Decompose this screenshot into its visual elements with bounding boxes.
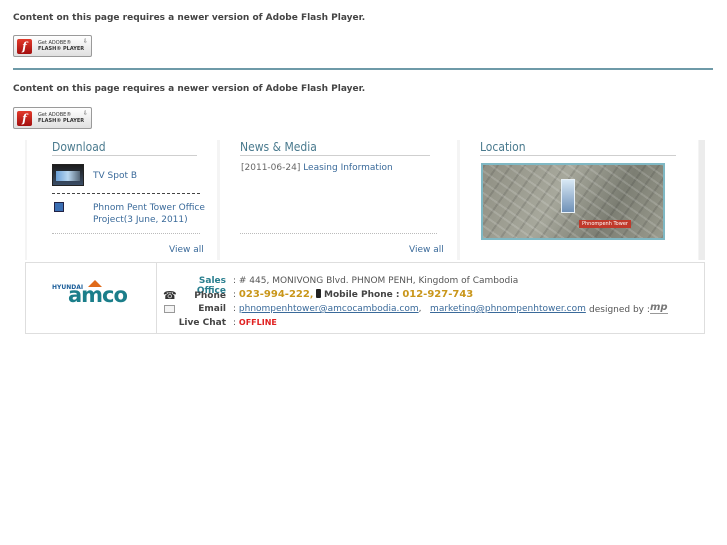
sales-office-value: : # 445, MONIVONG Blvd. PHNOM PENH, King…: [233, 276, 519, 286]
mobile-phone-icon: [316, 289, 322, 298]
flash-logo-icon: f: [17, 110, 32, 126]
news-item[interactable]: [2011-06-24] Leasing Information: [241, 163, 393, 173]
phone-value: 023-994-222: [238, 289, 310, 300]
map-caption: Phnompenh Tower: [579, 220, 631, 228]
location-map[interactable]: Phnompenh Tower: [481, 163, 665, 240]
sales-office-address: # 445, MONIVONG Blvd. PHNOM PENH, Kingdo…: [238, 276, 519, 286]
flash-button-text: Get ADOBE® FLASH® PLAYER: [38, 112, 84, 124]
footer: HYUNDAI amco Sales Office : # 445, MONIV…: [25, 262, 705, 334]
download-item-office-project[interactable]: Phnom Pent Tower Office Project(3 June, …: [93, 202, 213, 226]
news-section: News & Media [2011-06-24] Leasing Inform…: [220, 140, 457, 260]
download-title: Download: [52, 140, 106, 154]
phone-line: : 023-994-222, Mobile Phone : 012-927-74…: [233, 289, 474, 300]
dotted-separator: [52, 233, 200, 234]
content-panel: Download TV Spot B Phnom Pent Tower Offi…: [25, 140, 705, 260]
flash-button-line2: FLASH® PLAYER: [38, 118, 85, 124]
download-item-tv-spot[interactable]: TV Spot B: [93, 171, 137, 181]
flash-notice-2: Content on this page requires a newer ve…: [13, 84, 366, 94]
panel-edge-shadow: [699, 140, 705, 260]
section-underline: [52, 155, 197, 156]
news-item-date: [2011-06-24]: [241, 163, 301, 173]
phone-label: Phone: [194, 291, 226, 301]
news-item-title[interactable]: Leasing Information: [303, 163, 392, 173]
email-label: Email: [198, 304, 226, 314]
tv-spot-thumbnail[interactable]: [52, 164, 84, 186]
live-chat-label: Live Chat: [178, 318, 226, 328]
location-title: Location: [480, 140, 526, 154]
email-link-1[interactable]: phnompenhtower@amcocambodia.com: [239, 304, 419, 314]
news-view-all-link[interactable]: View all: [409, 245, 444, 255]
location-section: Location Phnompenh Tower: [460, 140, 698, 260]
live-chat-status[interactable]: OFFLINE: [239, 318, 277, 327]
download-section: Download TV Spot B Phnom Pent Tower Offi…: [27, 140, 217, 260]
document-icon: [54, 202, 64, 212]
flash-logo-icon: f: [17, 38, 32, 54]
flash-button-text: Get ADOBE® FLASH® PLAYER: [38, 40, 84, 52]
get-flash-player-button-1[interactable]: f Get ADOBE® FLASH® PLAYER ⇩: [13, 35, 92, 57]
amco-logo-text: amco: [68, 283, 128, 307]
designer-logo[interactable]: mp: [650, 302, 668, 314]
flash-notice-1: Content on this page requires a newer ve…: [13, 13, 366, 23]
download-arrow-icon: ⇩: [82, 38, 88, 45]
tower-highlight: [561, 179, 575, 213]
company-logo: HYUNDAI amco: [26, 263, 157, 333]
section-underline: [240, 155, 430, 156]
flash-button-line2: FLASH® PLAYER: [38, 46, 85, 52]
designed-by-label: designed by :: [589, 305, 650, 315]
news-title: News & Media: [240, 140, 317, 154]
download-view-all-link[interactable]: View all: [169, 245, 204, 255]
dotted-separator: [240, 233, 437, 234]
download-arrow-icon: ⇩: [82, 110, 88, 117]
email-line: : phnompenhtower@amcocambodia.com, marke…: [233, 304, 586, 314]
dotted-separator: [52, 193, 200, 194]
mobile-value: 012-927-743: [402, 289, 474, 300]
mobile-label: Mobile Phone :: [324, 290, 400, 300]
email-link-2[interactable]: marketing@phnompenhtower.com: [430, 304, 586, 314]
get-flash-player-button-2[interactable]: f Get ADOBE® FLASH® PLAYER ⇩: [13, 107, 92, 129]
divider-line: [13, 68, 713, 70]
live-chat-line: : OFFLINE: [233, 318, 277, 328]
section-underline: [480, 155, 676, 156]
